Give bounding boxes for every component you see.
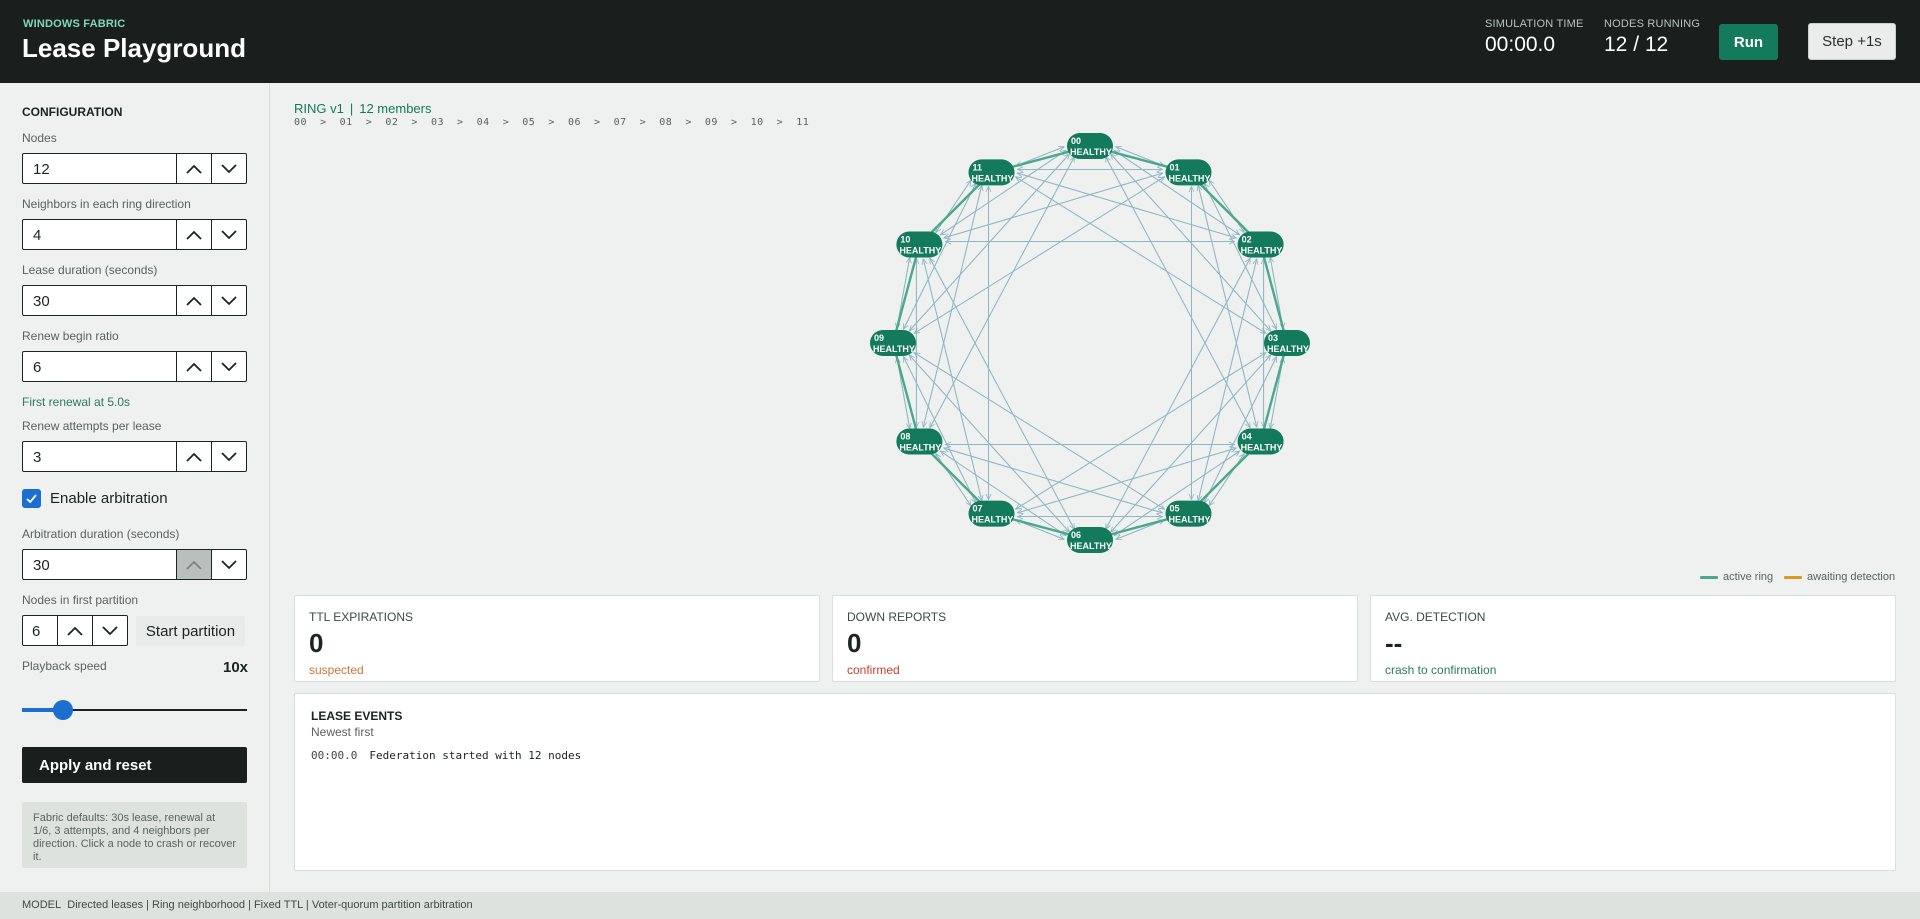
ring-node-status: HEALTHY bbox=[1070, 541, 1112, 551]
playback-speed-slider[interactable] bbox=[22, 700, 247, 720]
avg-detection-card: AVG. DETECTION -- crash to confirmation bbox=[1370, 595, 1896, 682]
ring-node-id: 09 bbox=[874, 333, 884, 343]
metric-title: TTL EXPIRATIONS bbox=[309, 610, 414, 624]
footer-text: Directed leases | Ring neighborhood | Fi… bbox=[67, 899, 473, 911]
decrement-icon[interactable] bbox=[92, 616, 127, 645]
ring-node-status: HEALTHY bbox=[873, 344, 915, 354]
lease-events-panel: LEASE EVENTS Newest first 00:00.0 Federat… bbox=[294, 693, 1896, 871]
ring-node-06[interactable]: 06HEALTHY bbox=[1067, 527, 1113, 553]
active-ring-edge bbox=[1259, 244, 1289, 344]
slider-thumb[interactable] bbox=[52, 700, 73, 720]
ring-node-id: 00 bbox=[1071, 136, 1081, 146]
lease-edge bbox=[1209, 180, 1245, 233]
legend-active-label: active ring bbox=[1723, 571, 1774, 583]
event-time: 00:00.0 bbox=[311, 749, 358, 762]
lease-edge bbox=[1208, 454, 1244, 507]
metric-title: AVG. DETECTION bbox=[1385, 610, 1486, 624]
ring-node-03[interactable]: 03HEALTHY bbox=[1264, 330, 1310, 356]
ring-node-10[interactable]: 10HEALTHY bbox=[896, 231, 943, 258]
events-subtitle: Newest first bbox=[311, 725, 374, 739]
partition-label: Nodes in first partition bbox=[22, 593, 139, 607]
ring-node-08[interactable]: 08HEALTHY bbox=[896, 428, 943, 455]
apply-reset-button[interactable]: Apply and reset bbox=[22, 747, 247, 783]
ring-graph: 00HEALTHY01HEALTHY02HEALTHY03HEALTHY04HE… bbox=[870, 133, 1310, 553]
ring-node-status: HEALTHY bbox=[1169, 173, 1211, 183]
ring-node-status: HEALTHY bbox=[1241, 443, 1283, 453]
active-ring-edge bbox=[1259, 342, 1289, 442]
lease-edges bbox=[897, 147, 1283, 540]
metric-value: 0 bbox=[309, 628, 324, 658]
ring-node-id: 04 bbox=[1242, 432, 1252, 442]
legend-swatch bbox=[1700, 575, 1718, 579]
metric-subtitle: confirmed bbox=[847, 663, 900, 677]
down-reports-card: DOWN REPORTS 0 confirmed bbox=[832, 595, 1358, 682]
lease-edge bbox=[1106, 157, 1251, 429]
ring-nodes: 00HEALTHY01HEALTHY02HEALTHY03HEALTHY04HE… bbox=[870, 133, 1310, 553]
playback-speed-label: Playback speed bbox=[22, 659, 107, 673]
legend-awaiting-label: awaiting detection bbox=[1807, 571, 1896, 583]
ring-node-id: 01 bbox=[1170, 162, 1180, 172]
ring-node-id: 06 bbox=[1071, 530, 1081, 540]
ring-node-04[interactable]: 04HEALTHY bbox=[1237, 428, 1284, 455]
ring-node-id: 02 bbox=[1242, 235, 1252, 245]
lease-edge bbox=[1105, 258, 1251, 530]
ring-node-07[interactable]: 07HEALTHY bbox=[968, 500, 1015, 527]
event-text: Federation started with 12 nodes bbox=[369, 749, 582, 762]
metric-value: -- bbox=[1385, 628, 1403, 658]
ring-node-id: 10 bbox=[900, 235, 910, 245]
ring-node-id: 03 bbox=[1268, 333, 1278, 343]
increment-icon[interactable] bbox=[57, 616, 92, 645]
legend-awaiting-detection: awaiting detection bbox=[1784, 571, 1895, 583]
ring-node-status: HEALTHY bbox=[1070, 147, 1112, 157]
ring-node-status: HEALTHY bbox=[1267, 344, 1309, 354]
legend-swatch bbox=[1784, 575, 1802, 579]
ttl-expirations-card: TTL EXPIRATIONS 0 suspected bbox=[294, 595, 820, 682]
ring-node-00[interactable]: 00HEALTHY bbox=[1067, 133, 1113, 159]
active-ring-edge bbox=[891, 342, 921, 442]
lease-edge bbox=[930, 156, 1075, 428]
partition-input[interactable]: 6 bbox=[23, 616, 57, 645]
ring-node-id: 11 bbox=[973, 162, 983, 172]
lease-edge bbox=[1016, 177, 1267, 334]
metric-value: 0 bbox=[847, 628, 862, 658]
ring-node-id: 07 bbox=[973, 504, 983, 514]
ring-node-02[interactable]: 02HEALTHY bbox=[1237, 231, 1284, 258]
metric-subtitle: crash to confirmation bbox=[1385, 663, 1497, 677]
ring-node-11[interactable]: 11HEALTHY bbox=[968, 159, 1015, 186]
ring-node-status: HEALTHY bbox=[1169, 515, 1211, 525]
active-ring-edges bbox=[891, 144, 1289, 542]
ring-node-id: 08 bbox=[900, 432, 910, 442]
ring-node-05[interactable]: 05HEALTHY bbox=[1165, 500, 1212, 527]
metric-subtitle: suspected bbox=[309, 663, 364, 677]
footer-label: MODEL bbox=[22, 899, 62, 911]
ring-node-status: HEALTHY bbox=[972, 515, 1014, 525]
ring-node-status: HEALTHY bbox=[972, 173, 1014, 183]
events-title: LEASE EVENTS bbox=[311, 709, 403, 723]
lease-edge bbox=[914, 176, 1165, 334]
event-row: 00:00.0 Federation started with 12 nodes bbox=[311, 749, 1879, 762]
defaults-note: Fabric defaults: 30s lease, renewal at 1… bbox=[22, 802, 247, 868]
model-footer: MODEL Directed leases | Ring neighborhoo… bbox=[0, 892, 1920, 919]
metric-title: DOWN REPORTS bbox=[847, 610, 947, 624]
playback-speed-value: 10x bbox=[223, 659, 249, 676]
ring-node-status: HEALTHY bbox=[899, 443, 941, 453]
ring-node-01[interactable]: 01HEALTHY bbox=[1165, 159, 1212, 186]
legend-active-ring: active ring bbox=[1700, 571, 1773, 583]
ring-node-status: HEALTHY bbox=[1241, 246, 1283, 256]
start-partition-button[interactable]: Start partition bbox=[136, 616, 245, 646]
lease-edge bbox=[929, 257, 1075, 529]
ring-node-09[interactable]: 09HEALTHY bbox=[870, 330, 916, 356]
active-ring-edge bbox=[891, 244, 921, 344]
lease-edge bbox=[1015, 353, 1266, 510]
partition-stepper[interactable]: 6 bbox=[22, 615, 128, 646]
ring-node-status: HEALTHY bbox=[899, 246, 941, 256]
ring-node-id: 05 bbox=[1170, 504, 1180, 514]
